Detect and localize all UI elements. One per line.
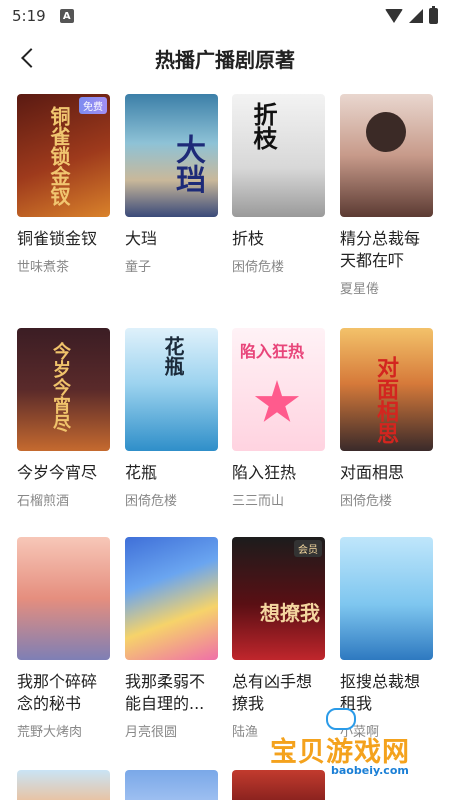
cover-title-art: 想撩我	[260, 601, 320, 625]
book-title: 花瓶	[125, 463, 158, 482]
page-title: 热播广播剧原著	[155, 47, 295, 72]
status-icons	[385, 6, 438, 24]
app-notification-icon: A	[59, 9, 74, 23]
chevron-left-icon	[21, 48, 41, 68]
book-author: 荒野大烤肉	[17, 725, 83, 740]
book-title: 陷入狂热	[232, 463, 297, 482]
cover-title-art: 对面相思	[373, 356, 399, 444]
wifi-icon	[385, 9, 403, 23]
book-title: 我那柔弱不能自理的...	[125, 672, 206, 713]
book-cover	[340, 537, 433, 660]
book-cover: 大珰	[125, 94, 218, 217]
book-cover-partial[interactable]	[17, 770, 110, 800]
book-cover: 花瓶	[125, 328, 218, 451]
book-title: 精分总裁每天都在吓	[340, 229, 421, 270]
book-cover	[340, 94, 433, 217]
watermark-url: baobeiy.com	[328, 764, 412, 777]
book-cover: 想撩我 会员	[232, 537, 325, 660]
book-cover	[17, 537, 110, 660]
book-author: 童子	[125, 260, 152, 275]
book-author: 三三而山	[232, 494, 285, 509]
book-author: 困倚危楼	[340, 494, 393, 509]
book-author: 月亮很圆	[125, 725, 178, 740]
vip-badge: 会员	[294, 540, 322, 557]
cover-title-art: 铜雀锁金钗	[47, 106, 71, 206]
book-card[interactable]: 大珰 大珰 童子	[125, 94, 218, 275]
back-button[interactable]	[12, 42, 44, 74]
book-card[interactable]: 我那个碎碎念的秘书 荒野大烤肉	[17, 537, 110, 740]
book-cover: 铜雀锁金钗 免费	[17, 94, 110, 217]
free-badge: 免费	[79, 97, 107, 114]
book-title: 今岁今宵尽	[17, 463, 98, 482]
book-title: 我那个碎碎念的秘书	[17, 672, 98, 713]
watermark: 宝贝游戏网 baobeiy.com	[270, 708, 450, 782]
book-author: 石榴煎酒	[17, 494, 70, 509]
cover-title-art: 陷入狂热	[240, 342, 305, 361]
book-title: 大珰	[125, 229, 158, 248]
book-title: 铜雀锁金钗	[17, 229, 98, 248]
book-card[interactable]: 我那柔弱不能自理的... 月亮很圆	[125, 537, 218, 740]
book-card[interactable]: 精分总裁每天都在吓 夏星倦	[340, 94, 433, 297]
battery-icon	[429, 6, 438, 24]
book-cover: 陷入狂热	[232, 328, 325, 451]
book-author: 夏星倦	[340, 282, 380, 297]
book-card[interactable]: 今岁今宵尽 今岁今宵尽 石榴煎酒	[17, 328, 110, 509]
book-cover: 今岁今宵尽	[17, 328, 110, 451]
status-bar: 5:19 A	[0, 0, 450, 32]
book-title: 对面相思	[340, 463, 405, 482]
book-card[interactable]: 花瓶 花瓶 困倚危楼	[125, 328, 218, 509]
header: 热播广播剧原著	[0, 32, 450, 84]
gamepad-icon	[326, 708, 356, 730]
book-cover: 对面相思	[340, 328, 433, 451]
cover-title-art: 花瓶	[161, 336, 185, 376]
cover-title-art: 今岁今宵尽	[50, 342, 71, 432]
book-card[interactable]: 折枝 折枝 困倚危楼	[232, 94, 325, 275]
book-cover: 折枝	[232, 94, 325, 217]
book-cover	[125, 537, 218, 660]
star-guitar-illustration	[254, 380, 300, 422]
cover-title-art: 折枝	[249, 102, 278, 150]
book-author: 困倚危楼	[232, 260, 285, 275]
book-card[interactable]: 铜雀锁金钗 免费 铜雀锁金钗 世味煮茶	[17, 94, 110, 275]
cover-title-art: 大珰	[170, 134, 205, 194]
book-title: 折枝	[232, 229, 265, 248]
character-illustration	[366, 112, 406, 152]
book-card[interactable]: 对面相思 对面相思 困倚危楼	[340, 328, 433, 509]
book-author: 困倚危楼	[125, 494, 178, 509]
book-cover-partial[interactable]	[125, 770, 218, 800]
book-card[interactable]: 陷入狂热 陷入狂热 三三而山	[232, 328, 325, 509]
book-author: 世味煮茶	[17, 260, 70, 275]
status-time: 5:19	[12, 7, 46, 25]
signal-icon	[409, 9, 423, 23]
